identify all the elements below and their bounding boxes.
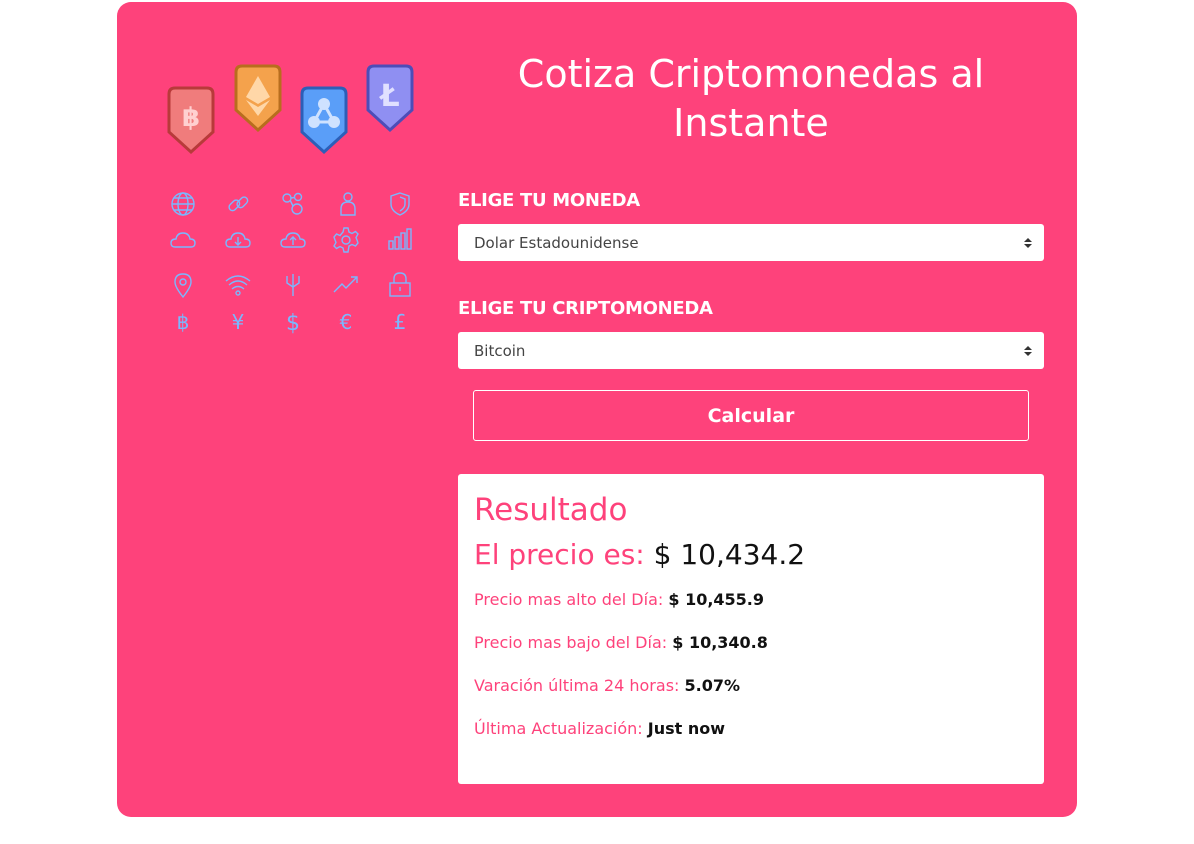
change-24h-stat: Varación última 24 horas: 5.07% xyxy=(474,676,1028,695)
low-price-stat: Precio mas bajo del Día: $ 10,340.8 xyxy=(474,633,1028,652)
crypto-select-value: Bitcoin xyxy=(474,341,526,360)
low-price-value: $ 10,340.8 xyxy=(672,633,768,652)
signal-bars-icon xyxy=(388,228,412,250)
icon-grid: ฿ ¥ $ € £ xyxy=(117,2,457,362)
page-title-line1: Cotiza Criptomonedas al xyxy=(517,52,985,96)
crypto-label: ELIGE TU CRIPTOMONEDA xyxy=(458,298,713,319)
low-price-label: Precio mas bajo del Día: xyxy=(474,633,668,652)
svg-text:฿: ฿ xyxy=(177,310,190,334)
currency-select-value: Dolar Estadounidense xyxy=(474,233,639,252)
trending-up-icon xyxy=(333,276,358,293)
page-title: Cotiza Criptomonedas al Instante xyxy=(457,50,1045,148)
share-icon xyxy=(282,192,303,215)
change-24h-label: Varación última 24 horas: xyxy=(474,676,680,695)
crypto-select[interactable]: Bitcoin xyxy=(458,332,1044,369)
link-icon xyxy=(228,196,249,212)
svg-text:€: € xyxy=(340,310,353,334)
last-update-stat: Última Actualización: Just now xyxy=(474,719,1028,738)
cloud-icon xyxy=(170,232,196,248)
yen-icon: ¥ xyxy=(232,310,245,334)
user-icon xyxy=(340,192,356,216)
select-arrows-icon xyxy=(1024,237,1032,248)
select-arrows-icon xyxy=(1024,345,1032,356)
high-price-stat: Precio mas alto del Día: $ 10,455.9 xyxy=(474,590,1028,609)
pound-icon: £ xyxy=(394,310,407,334)
currency-label: ELIGE TU MONEDA xyxy=(458,190,640,211)
last-update-value: Just now xyxy=(647,719,726,738)
result-panel: Resultado El precio es: $ 10,434.2 Preci… xyxy=(458,474,1044,784)
globe-icon xyxy=(171,192,195,216)
svg-text:¥: ¥ xyxy=(232,310,245,334)
lock-icon xyxy=(389,272,411,297)
svg-text:£: £ xyxy=(394,310,407,334)
result-stats: Precio mas alto del Día: $ 10,455.9 Prec… xyxy=(474,590,1028,738)
euro-icon: € xyxy=(340,310,353,334)
usb-icon xyxy=(286,274,300,296)
price-value: $ 10,434.2 xyxy=(653,538,806,571)
cloud-upload-icon xyxy=(280,232,306,248)
result-title: Resultado xyxy=(474,492,628,528)
map-pin-icon xyxy=(174,273,192,299)
price-label: El precio es: xyxy=(474,538,645,571)
high-price-label: Precio mas alto del Día: xyxy=(474,590,664,609)
wifi-icon xyxy=(225,275,251,296)
calculate-button[interactable]: Calcular xyxy=(473,390,1029,441)
change-24h-value: 5.07% xyxy=(684,676,741,695)
svg-text:$: $ xyxy=(286,311,300,336)
main-card: ฿ Ł ฿ ¥ $ € £ Cotiza Criptomonedas al In… xyxy=(117,2,1077,817)
bitcoin-icon: ฿ xyxy=(177,310,190,334)
high-price-value: $ 10,455.9 xyxy=(668,590,765,609)
dollar-icon: $ xyxy=(286,311,300,336)
price-line: El precio es: $ 10,434.2 xyxy=(474,536,1028,574)
currency-select[interactable]: Dolar Estadounidense xyxy=(458,224,1044,261)
shield-icon xyxy=(390,192,410,216)
page-title-line2: Instante xyxy=(673,101,829,145)
gear-icon xyxy=(333,227,359,253)
cloud-download-icon xyxy=(225,232,251,248)
last-update-label: Última Actualización: xyxy=(474,719,643,738)
